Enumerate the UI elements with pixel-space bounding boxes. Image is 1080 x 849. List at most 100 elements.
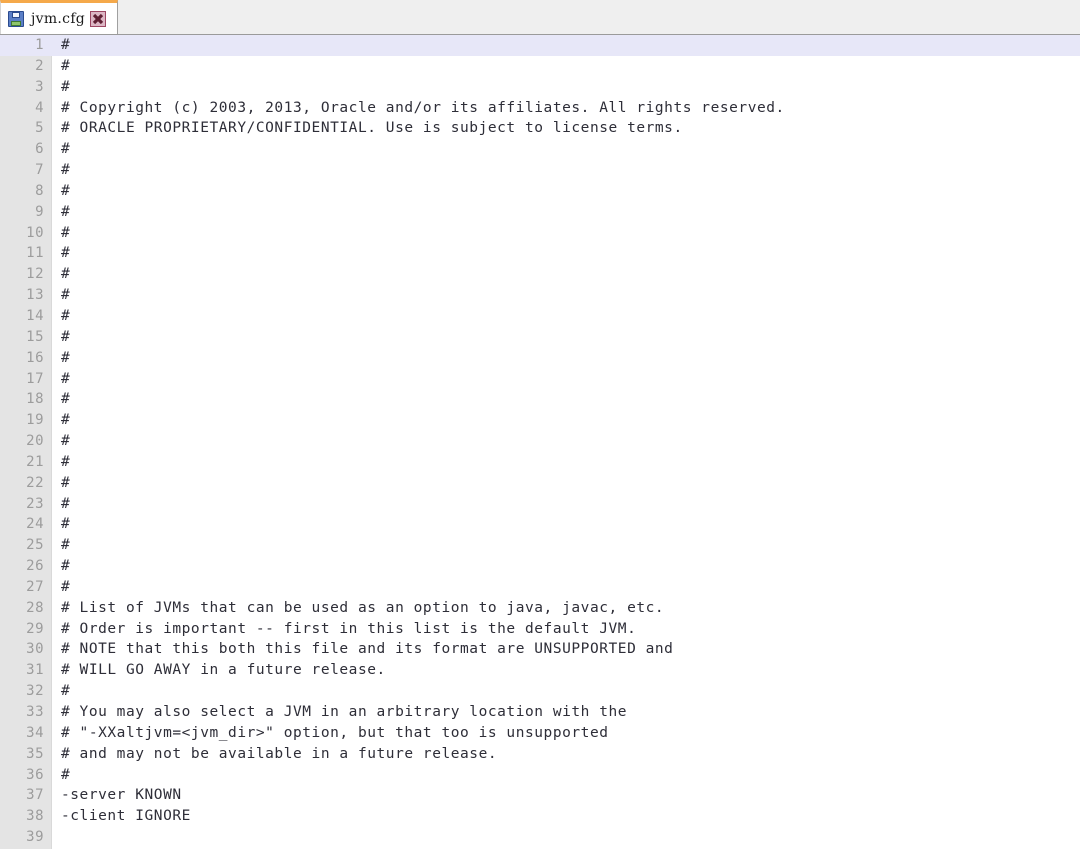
line-number: 18 <box>26 391 44 408</box>
line-text: # WILL GO AWAY in a future release. <box>61 662 386 679</box>
code-line[interactable]: 39 <box>0 827 1080 848</box>
tab-title: jvm.cfg <box>31 10 86 27</box>
line-text: # You may also select a JVM in an arbitr… <box>61 704 628 720</box>
line-text: # <box>61 683 71 700</box>
line-text: # ORACLE PROPRIETARY/CONFIDENTIAL. Use i… <box>61 120 683 137</box>
code-line[interactable]: 28 # List of JVMs that can be used as an … <box>0 598 1080 619</box>
code-line[interactable]: 15 # <box>0 327 1080 348</box>
line-text: # <box>61 433 71 450</box>
line-number: 3 <box>35 78 44 95</box>
line-text: # <box>61 370 71 387</box>
line-text: # <box>61 245 71 262</box>
line-number: 14 <box>26 307 44 324</box>
code-line[interactable]: 36 # <box>0 765 1080 786</box>
line-text: # <box>61 162 71 179</box>
line-number: 12 <box>26 266 44 283</box>
line-number: 10 <box>26 224 44 241</box>
line-text: -client IGNORE <box>61 808 191 825</box>
line-number: 31 <box>26 662 44 679</box>
line-number: 34 <box>26 724 44 741</box>
line-number: 39 <box>26 829 44 846</box>
code-line[interactable]: 4 # Copyright (c) 2003, 2013, Oracle and/… <box>0 98 1080 119</box>
line-text: # <box>61 182 71 199</box>
line-text: # List of JVMs that can be used as an op… <box>61 599 665 616</box>
line-text: # <box>61 349 71 366</box>
line-text: # <box>61 412 71 429</box>
code-line[interactable]: 6 # <box>0 139 1080 160</box>
line-number: 30 <box>26 641 44 658</box>
line-number: 26 <box>26 558 44 575</box>
code-line[interactable]: 20 # <box>0 431 1080 452</box>
line-text: # "-XXaltjvm=<jvm_dir>" option, but that… <box>61 724 609 741</box>
code-line[interactable]: 31 # WILL GO AWAY in a future release. <box>0 660 1080 681</box>
line-text: # <box>61 578 71 595</box>
code-line[interactable]: 12 # <box>0 264 1080 285</box>
line-text: # <box>61 474 71 491</box>
code-line[interactable]: 14 # <box>0 306 1080 327</box>
line-number: 32 <box>26 683 44 700</box>
line-number: 19 <box>26 412 44 429</box>
code-line[interactable]: 22 # <box>0 473 1080 494</box>
code-line[interactable]: 29 # Order is important -- first in this … <box>0 619 1080 640</box>
code-line[interactable]: 24 # <box>0 514 1080 535</box>
line-number: 29 <box>26 620 44 637</box>
line-number: 4 <box>35 99 44 116</box>
line-text: # <box>61 328 71 345</box>
close-x-icon[interactable] <box>90 10 107 27</box>
line-number: 25 <box>26 537 44 554</box>
code-line[interactable]: 1 # <box>0 35 1080 56</box>
code-line[interactable]: 2 # <box>0 56 1080 77</box>
floppy-disk-save-icon <box>8 10 24 27</box>
line-number: 28 <box>26 599 44 616</box>
code-lines[interactable]: 1 #2 #3 #4 # Copyright (c) 2003, 2013, Oracl… <box>0 35 1080 848</box>
line-text: # <box>61 266 71 283</box>
code-line[interactable]: 32 # <box>0 681 1080 702</box>
code-line[interactable]: 26 # <box>0 556 1080 577</box>
code-line[interactable]: 38 -client IGNORE <box>0 806 1080 827</box>
code-line[interactable]: 5 # ORACLE PROPRIETARY/CONFIDENTIAL. Use … <box>0 118 1080 139</box>
line-text: # <box>61 766 71 783</box>
tab-bar: jvm.cfg <box>0 0 1080 35</box>
line-text: # <box>61 224 71 241</box>
code-line[interactable]: 3 # <box>0 77 1080 98</box>
line-number: 21 <box>26 453 44 470</box>
code-line[interactable]: 27 # <box>0 577 1080 598</box>
code-line[interactable]: 30 # NOTE that this both this file and it… <box>0 639 1080 660</box>
line-number: 33 <box>26 704 44 720</box>
code-line[interactable]: 9 # <box>0 202 1080 223</box>
line-number: 13 <box>26 287 44 304</box>
code-line[interactable]: 19 # <box>0 410 1080 431</box>
code-line[interactable]: 11 # <box>0 243 1080 264</box>
code-line[interactable]: 35 # and may not be available in a future… <box>0 744 1080 765</box>
line-number: 2 <box>35 57 44 74</box>
line-text: # Copyright (c) 2003, 2013, Oracle and/o… <box>61 99 785 116</box>
code-line[interactable]: 13 # <box>0 285 1080 306</box>
line-text: # <box>61 495 71 512</box>
tab-jvm-cfg[interactable]: jvm.cfg <box>0 0 118 34</box>
line-number: 15 <box>26 328 44 345</box>
code-line[interactable]: 37 -server KNOWN <box>0 785 1080 806</box>
code-line[interactable]: 8 # <box>0 181 1080 202</box>
code-line[interactable]: 18 # <box>0 389 1080 410</box>
line-text: # <box>61 391 71 408</box>
code-line[interactable]: 16 # <box>0 348 1080 369</box>
code-line[interactable]: 25 # <box>0 535 1080 556</box>
code-line[interactable]: 21 # <box>0 452 1080 473</box>
line-number: 11 <box>26 245 44 262</box>
code-line[interactable]: 23 # <box>0 494 1080 515</box>
line-text: # <box>61 558 71 575</box>
code-line[interactable]: 7 # <box>0 160 1080 181</box>
code-line[interactable]: 17 # <box>0 369 1080 390</box>
line-number: 9 <box>35 203 44 220</box>
line-text: # <box>61 453 71 470</box>
line-number: 5 <box>35 120 44 137</box>
code-line[interactable]: 34 # "-XXaltjvm=<jvm_dir>" option, but th… <box>0 723 1080 744</box>
line-number: 36 <box>26 766 44 783</box>
line-text: # <box>61 141 71 158</box>
code-editor[interactable]: 1 #2 #3 #4 # Copyright (c) 2003, 2013, Oracl… <box>0 35 1080 849</box>
code-line[interactable]: 10 # <box>0 223 1080 244</box>
line-number: 1 <box>35 37 44 53</box>
code-line[interactable]: 33 # You may also select a JVM in an arbi… <box>0 702 1080 723</box>
line-number: 17 <box>26 370 44 387</box>
line-text: # <box>61 37 71 53</box>
